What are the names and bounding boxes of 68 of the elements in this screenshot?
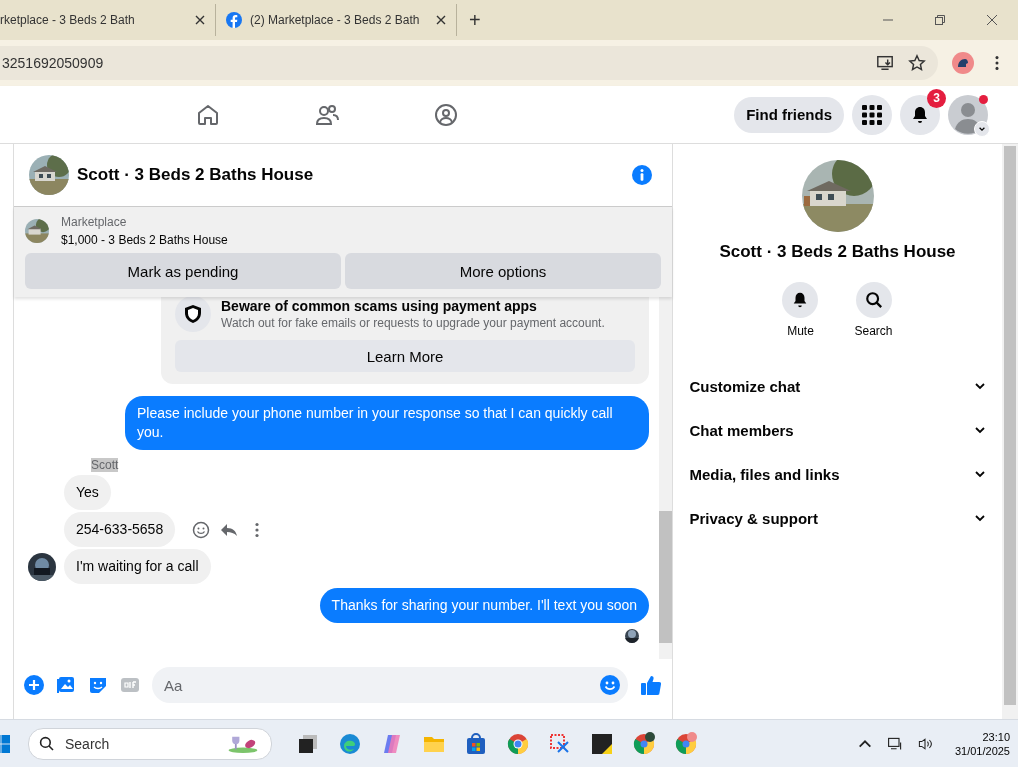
restore-icon[interactable] <box>934 14 946 26</box>
close-icon[interactable] <box>986 14 998 26</box>
section-header[interactable]: Chat members <box>689 408 986 452</box>
clock-time[interactable]: 23:10 <box>982 730 1010 743</box>
section-header[interactable]: Customize chat <box>689 364 986 408</box>
info-icon[interactable] <box>632 165 652 185</box>
sent-message: Thanks for sharing your number. I'll text you soon <box>319 588 649 623</box>
profile-icon[interactable] <box>952 52 974 74</box>
bell-icon <box>910 104 930 125</box>
notice-title: Beware of common scams using payment apps <box>221 298 538 314</box>
sticky-notes-icon[interactable] <box>590 731 614 756</box>
volume-icon[interactable] <box>916 735 933 752</box>
plus-icon[interactable] <box>24 675 44 695</box>
new-tab-button[interactable]: + <box>469 8 481 32</box>
emoji-icon[interactable] <box>600 675 620 695</box>
received-message: 254-633-5658 <box>64 512 176 547</box>
star-icon[interactable] <box>908 54 926 72</box>
search-icon <box>864 291 883 309</box>
browser-tab[interactable]: (2) Marketplace - 3 Beds 2 Bath <box>216 4 457 36</box>
action-label: Mute <box>787 324 814 338</box>
action-button[interactable] <box>782 282 819 318</box>
taskbar-search-field[interactable]: Search <box>28 727 272 760</box>
groups-icon[interactable] <box>434 102 458 127</box>
received-message: Yes <box>64 475 111 510</box>
listing-button[interactable]: More options <box>345 253 661 289</box>
install-icon[interactable] <box>876 54 894 72</box>
close-icon[interactable] <box>195 15 205 25</box>
received-message: I'm waiting for a call <box>64 549 211 584</box>
notifications-button[interactable] <box>900 94 940 135</box>
listing-title[interactable]: $1,000 - 3 Beds 2 Baths House <box>61 233 228 247</box>
section-header[interactable]: Privacy & support <box>689 496 986 540</box>
action-label: Search <box>854 324 893 338</box>
scrollbar[interactable] <box>1002 144 1018 719</box>
close-icon[interactable] <box>436 15 446 25</box>
action-button[interactable] <box>855 282 892 318</box>
sent-message: Please include your phone number in your response so that I can quickly call you. <box>125 396 649 450</box>
message-field[interactable]: Aa <box>152 667 628 703</box>
apps-icon <box>862 104 882 125</box>
account-button[interactable] <box>948 94 988 135</box>
listing-button[interactable]: Mark as pending <box>25 253 341 289</box>
clock-date[interactable]: 31/01/2025 <box>954 744 1010 757</box>
search-icon <box>39 735 55 752</box>
address-bar[interactable]: 3251692050909 <box>0 46 938 80</box>
section-header[interactable]: Media, files and links <box>689 452 986 496</box>
facebook-icon <box>226 12 242 28</box>
store-icon[interactable] <box>464 731 488 756</box>
listing-label: Marketplace <box>61 215 128 229</box>
scrollbar[interactable] <box>659 297 672 659</box>
chrome-icon[interactable] <box>674 731 698 756</box>
learn-more-button[interactable]: Learn More <box>175 340 635 372</box>
find-friends-button[interactable]: Find friends <box>734 96 844 133</box>
menu-button[interactable] <box>852 94 892 135</box>
sticker-icon[interactable] <box>88 675 108 695</box>
chrome-icon[interactable] <box>632 731 656 756</box>
home-icon[interactable] <box>196 102 220 127</box>
chrome-icon[interactable] <box>506 731 530 756</box>
network-icon[interactable] <box>886 735 903 752</box>
thumbs-up-icon[interactable] <box>640 674 662 696</box>
notice-text: Watch out for fake emails or requests to upgrade your payment account. <box>221 316 605 330</box>
image-icon[interactable] <box>56 675 76 695</box>
emoji-icon[interactable] <box>191 519 212 540</box>
friends-icon[interactable] <box>315 102 339 127</box>
edge-icon[interactable] <box>338 731 362 756</box>
notification-count: 3 <box>927 88 946 108</box>
sender-name: Scott <box>91 458 119 472</box>
chat-title: Scott · 3 Beds 2 Baths House <box>77 165 314 185</box>
browser-tab[interactable]: rketplace - 3 Beds 2 Bath <box>0 4 216 36</box>
conversation-name: Scott · 3 Beds 2 Baths House <box>719 242 956 262</box>
